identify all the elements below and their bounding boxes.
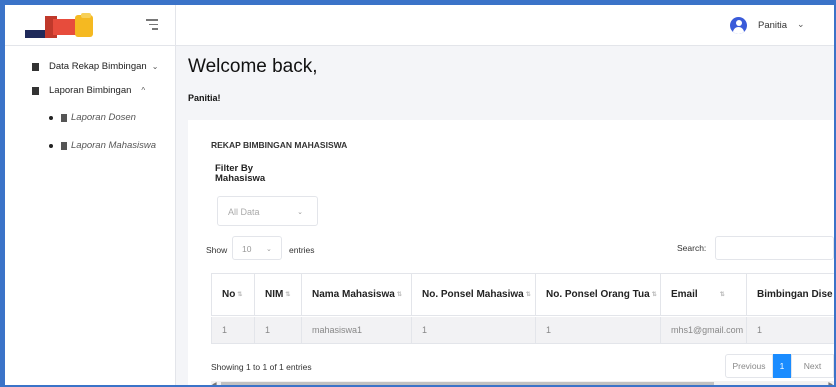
column-header-label: NIM	[265, 289, 284, 300]
user-menu-name[interactable]: Panitia	[758, 20, 787, 31]
column-header-no[interactable]: No ⇅	[211, 273, 255, 316]
scroll-right-icon[interactable]: ▶	[828, 381, 833, 385]
next-page-button[interactable]: Next	[791, 354, 834, 378]
mahasiswa-filter-select[interactable]: All Data ⌄	[217, 196, 318, 226]
column-header-label: No. Ponsel Mahasiwa	[422, 289, 524, 300]
sort-icon: ⇅	[285, 292, 291, 298]
sidebar-item-laporan-bimbingan[interactable]: Laporan Bimbingan ^	[32, 85, 145, 96]
column-header-label: Nama Mahasiswa	[312, 289, 395, 300]
table-info: Showing 1 to 1 of 1 entries	[211, 362, 312, 372]
sidebar: Data Rekap Bimbingan ⌄ Laporan Bimbingan…	[5, 5, 176, 385]
previous-page-button[interactable]: Previous	[725, 354, 773, 378]
column-header-bimbingan-disetujui[interactable]: Bimbingan Dise	[747, 273, 834, 316]
scroll-left-icon[interactable]: ◀	[212, 381, 217, 385]
table-cell: mahasiswa1	[302, 317, 412, 344]
table-cell: 1	[536, 317, 661, 344]
app-logo[interactable]	[25, 13, 100, 39]
app-window: Data Rekap Bimbingan ⌄ Laporan Bimbingan…	[5, 5, 834, 385]
scrollbar-thumb[interactable]	[221, 382, 714, 385]
bullet-icon	[49, 143, 53, 148]
entries-label: entries	[289, 245, 315, 255]
page-title: Welcome back,	[188, 56, 318, 77]
page-length-value: 10	[242, 244, 252, 254]
chevron-down-icon: ⌄	[151, 62, 159, 71]
topbar: Panitia ⌄	[176, 5, 834, 46]
document-icon	[61, 113, 67, 122]
sort-icon: ⇅	[237, 292, 243, 298]
trash-icon	[32, 62, 39, 71]
page-subtitle: Panitia!	[188, 93, 221, 103]
rekap-card: REKAP BIMBINGAN MAHASISWA Filter By Maha…	[188, 120, 834, 385]
sort-icon: ⇅	[396, 292, 402, 298]
filter-select-value: All Data	[228, 207, 260, 217]
column-header-label: No. Ponsel Orang Tua	[546, 289, 650, 300]
sidebar-subitem-laporan-mahasiswa[interactable]: Laporan Mahasiswa	[49, 140, 156, 151]
chevron-down-icon: ⌄	[297, 209, 303, 216]
chevron-down-icon: ⌄	[266, 246, 272, 253]
sidebar-subitem-laporan-dosen[interactable]: Laporan Dosen	[49, 112, 136, 123]
table-cell: mhs1@gmail.com	[661, 317, 747, 344]
sidebar-item-data-rekap-bimbingan[interactable]: Data Rekap Bimbingan ⌄	[32, 61, 158, 72]
table-cell: 1	[255, 317, 302, 344]
folder-icon	[32, 86, 39, 95]
column-header-label: Email	[671, 289, 698, 300]
user-avatar-icon[interactable]	[730, 17, 747, 34]
menu-toggle-icon[interactable]	[146, 19, 158, 31]
sidebar-item-label: Data Rekap Bimbingan	[49, 61, 147, 72]
sort-icon: ⇅	[651, 292, 657, 298]
sort-icon: ⇅	[525, 292, 531, 298]
column-header-nim[interactable]: NIM ⇅	[255, 273, 302, 316]
filter-label: Filter By Mahasiswa	[215, 164, 265, 183]
logo-bar	[5, 5, 175, 46]
table-cell: 1	[412, 317, 536, 344]
search-input[interactable]	[715, 236, 834, 260]
column-header-label: Bimbingan Dise	[757, 289, 833, 300]
column-header-email[interactable]: Email ⇅	[661, 273, 747, 316]
chevron-down-icon[interactable]: ⌄	[797, 19, 805, 30]
data-table: No ⇅ NIM ⇅ Nama Mahasiswa ⇅ No. Ponsel Maha…	[211, 273, 834, 353]
sidebar-subitem-label: Laporan Dosen	[71, 112, 136, 123]
show-label: Show	[206, 245, 228, 255]
search-label: Search:	[677, 243, 707, 253]
column-header-no-ponsel-mahasiswa[interactable]: No. Ponsel Mahasiwa ⇅	[412, 273, 536, 316]
page-1-button[interactable]: 1	[773, 354, 791, 378]
column-header-label: No	[222, 289, 236, 300]
column-header-nama-mahasiswa[interactable]: Nama Mahasiswa ⇅	[302, 273, 412, 316]
sort-icon: ⇅	[719, 292, 725, 298]
sidebar-subitem-label: Laporan Mahasiswa	[71, 140, 157, 151]
chevron-up-icon: ^	[141, 86, 146, 95]
column-header-no-ponsel-orang-tua[interactable]: No. Ponsel Orang Tua ⇅	[536, 273, 661, 316]
bullet-icon	[49, 115, 53, 120]
table-cell: 1	[211, 317, 255, 344]
page-length-select[interactable]: 10 ⌄	[232, 236, 282, 260]
card-title: REKAP BIMBINGAN MAHASISWA	[211, 140, 348, 150]
horizontal-scrollbar[interactable]: ◀ ▶	[211, 381, 834, 385]
filter-label-line: Mahasiswa	[215, 172, 266, 184]
sidebar-item-label: Laporan Bimbingan	[49, 85, 132, 96]
table-cell: 1	[747, 317, 834, 344]
document-icon	[61, 141, 67, 150]
